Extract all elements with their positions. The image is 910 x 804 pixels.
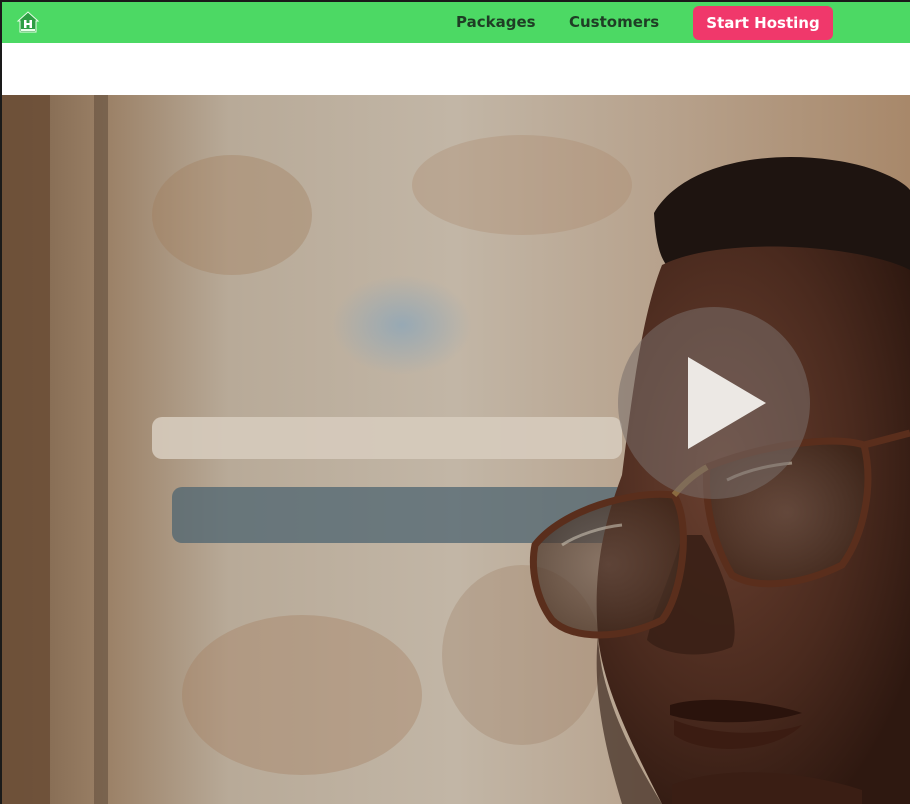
nav-link-packages[interactable]: Packages: [456, 2, 536, 43]
hero-video[interactable]: [2, 95, 910, 804]
house-logo-icon[interactable]: [16, 10, 40, 34]
nav-link-customers[interactable]: Customers: [569, 2, 659, 43]
play-button[interactable]: [618, 307, 810, 499]
header-spacer: [2, 43, 910, 95]
top-navbar: Packages Customers Start Hosting: [2, 2, 910, 43]
start-hosting-button[interactable]: Start Hosting: [693, 6, 833, 40]
play-icon: [688, 357, 766, 449]
browser-viewport: Packages Customers Start Hosting: [2, 2, 910, 804]
